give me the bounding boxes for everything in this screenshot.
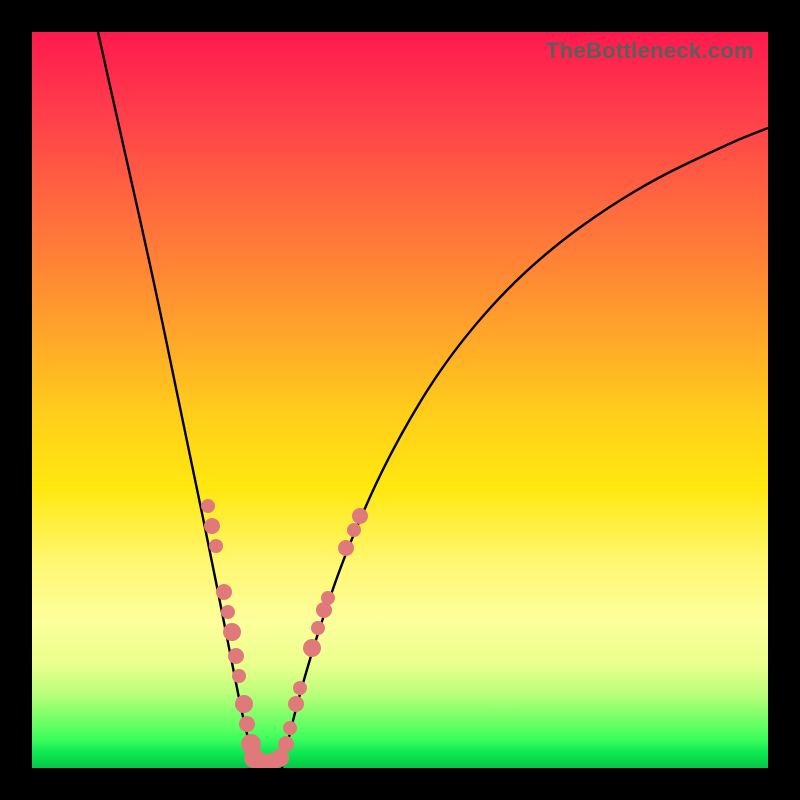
bead-point — [352, 508, 368, 524]
plot-area: TheBottleneck.com — [32, 32, 768, 768]
bead-point — [283, 721, 297, 735]
bead-point — [216, 584, 232, 600]
bead-point — [232, 669, 246, 683]
bead-point — [235, 695, 253, 713]
bead-point — [288, 696, 304, 712]
bead-point — [347, 523, 361, 537]
bead-point — [239, 716, 255, 732]
outer-frame: TheBottleneck.com — [0, 0, 800, 800]
bead-point — [278, 736, 294, 752]
bead-point — [223, 623, 241, 641]
curve-right-branch — [282, 128, 768, 768]
bead-point — [228, 648, 244, 664]
bead-point — [321, 591, 335, 605]
bead-point — [201, 499, 215, 513]
bead-point — [338, 540, 354, 556]
bead-point — [311, 621, 325, 635]
bead-point — [221, 605, 235, 619]
bead-point — [303, 639, 321, 657]
bead-cluster — [201, 499, 368, 768]
chart-svg — [32, 32, 768, 768]
bead-point — [204, 518, 220, 534]
bead-point — [293, 681, 307, 695]
bead-point — [209, 539, 223, 553]
